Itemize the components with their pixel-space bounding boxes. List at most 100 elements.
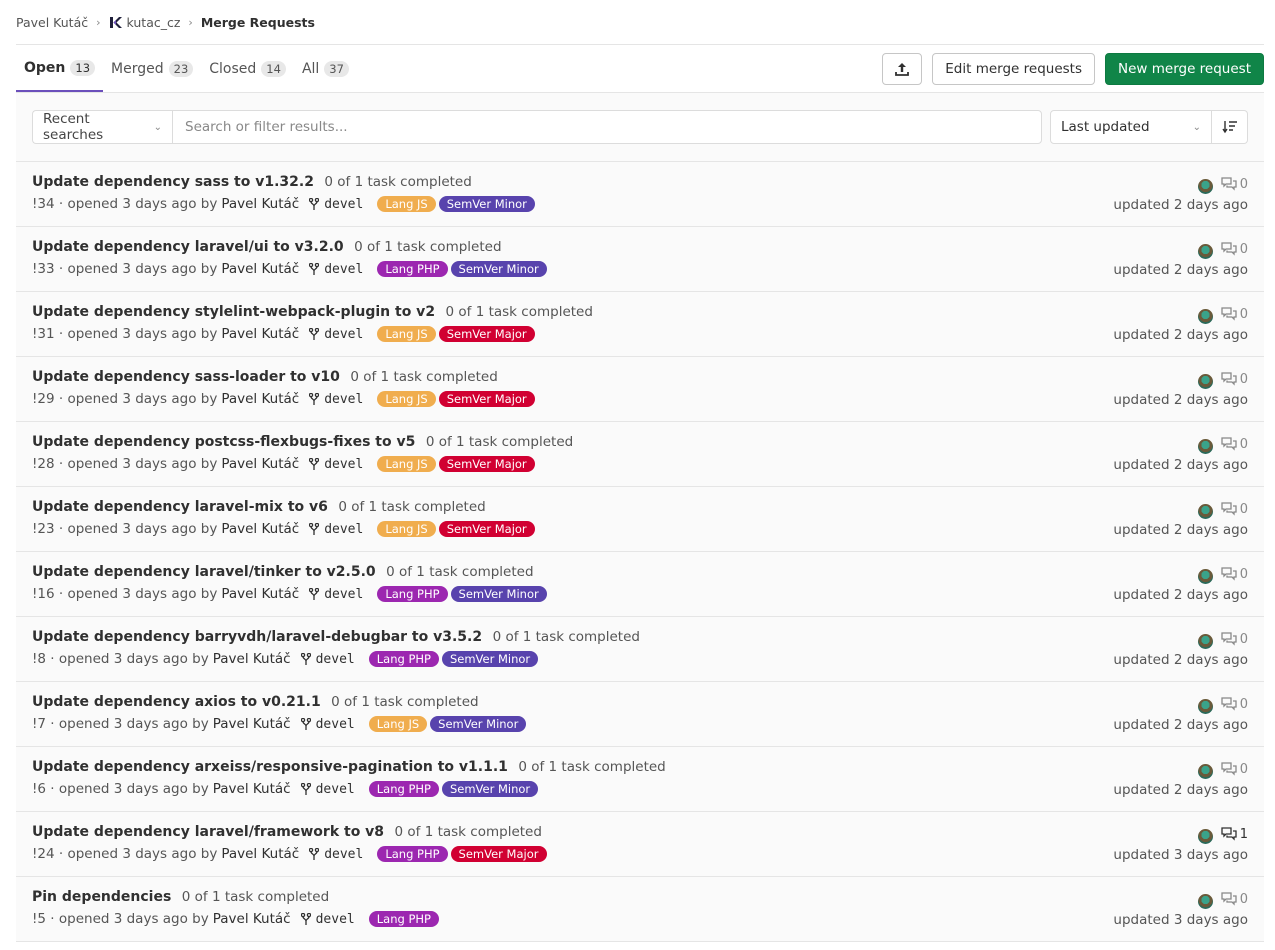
- assignee-avatar[interactable]: [1197, 633, 1213, 649]
- mr-reference: !34 · opened 3 days ago by: [32, 196, 218, 212]
- target-branch[interactable]: devel: [309, 457, 363, 472]
- label-badge[interactable]: Lang JS: [377, 521, 436, 537]
- label-badge[interactable]: Lang JS: [377, 326, 436, 342]
- assignee-avatar[interactable]: [1197, 698, 1213, 714]
- label-badge[interactable]: SemVer Minor: [450, 261, 547, 277]
- mr-main: Update dependency sass to v1.32.2 0 of 1…: [32, 162, 535, 226]
- target-branch[interactable]: devel: [309, 262, 363, 277]
- target-branch[interactable]: devel: [300, 912, 355, 927]
- mr-title-link[interactable]: Update dependency laravel/tinker to v2.5…: [32, 564, 376, 580]
- mr-side: 0 updated 2 days ago: [1113, 357, 1248, 421]
- label-badge[interactable]: SemVer Minor: [441, 651, 539, 667]
- mr-title-link[interactable]: Update dependency postcss-flexbugs-fixes…: [32, 434, 415, 450]
- mr-author-link[interactable]: Pavel Kutáč: [221, 456, 299, 472]
- mr-title-link[interactable]: Update dependency barryvdh/laravel-debug…: [32, 629, 482, 645]
- tab-merged[interactable]: Merged 23: [103, 45, 201, 92]
- mr-author-link[interactable]: Pavel Kutáč: [221, 521, 299, 537]
- new-merge-request-button[interactable]: New merge request: [1105, 52, 1264, 85]
- mr-title-link[interactable]: Update dependency laravel/ui to v3.2.0: [32, 239, 344, 255]
- mr-title-link[interactable]: Update dependency sass-loader to v10: [32, 369, 340, 385]
- label-badge[interactable]: Lang PHP: [368, 911, 439, 927]
- assignee-avatar[interactable]: [1197, 893, 1213, 909]
- assignee-avatar[interactable]: [1197, 438, 1213, 454]
- mr-author-link[interactable]: Pavel Kutáč: [213, 781, 291, 797]
- breadcrumb-user-link[interactable]: Pavel Kutáč: [16, 15, 88, 30]
- mr-author-link[interactable]: Pavel Kutáč: [213, 911, 291, 927]
- sort-direction-button[interactable]: [1212, 110, 1248, 144]
- mr-title-link[interactable]: Update dependency laravel/framework to v…: [32, 824, 384, 840]
- label-badge[interactable]: SemVer Major: [438, 326, 535, 342]
- mr-author-link[interactable]: Pavel Kutáč: [221, 326, 299, 342]
- assignee-avatar[interactable]: [1197, 503, 1213, 519]
- comments-count[interactable]: 0: [1221, 697, 1248, 712]
- comments-count[interactable]: 0: [1221, 762, 1248, 777]
- comments-count[interactable]: 0: [1221, 567, 1248, 582]
- tab-open[interactable]: Open 13: [16, 45, 104, 92]
- mr-title-link[interactable]: Update dependency axios to v0.21.1: [32, 694, 321, 710]
- target-branch[interactable]: devel: [309, 522, 363, 537]
- label-badge[interactable]: Lang JS: [377, 456, 436, 472]
- label-badge[interactable]: Lang PHP: [368, 781, 439, 797]
- label-badge[interactable]: SemVer Minor: [450, 586, 547, 602]
- sort-dropdown[interactable]: Last updated ⌄: [1050, 110, 1212, 144]
- assignee-avatar[interactable]: [1197, 308, 1213, 324]
- label-badge[interactable]: SemVer Minor: [438, 196, 535, 212]
- comments-count[interactable]: 1: [1221, 827, 1248, 842]
- branch-icon: [300, 653, 311, 665]
- mr-author-link[interactable]: Pavel Kutáč: [221, 261, 299, 277]
- target-branch[interactable]: devel: [300, 652, 355, 667]
- label-badge[interactable]: Lang PHP: [368, 651, 439, 667]
- mr-author-link[interactable]: Pavel Kutáč: [221, 391, 299, 407]
- assignee-avatar[interactable]: [1197, 243, 1213, 259]
- assignee-avatar[interactable]: [1197, 178, 1213, 194]
- mr-author-link[interactable]: Pavel Kutáč: [213, 716, 291, 732]
- mr-title-link[interactable]: Update dependency arxeiss/responsive-pag…: [32, 759, 508, 775]
- assignee-avatar[interactable]: [1197, 568, 1213, 584]
- label-badge[interactable]: SemVer Major: [438, 521, 535, 537]
- mr-title-link[interactable]: Update dependency laravel-mix to v6: [32, 499, 328, 515]
- assignee-avatar[interactable]: [1197, 828, 1213, 844]
- label-badge[interactable]: SemVer Major: [450, 846, 547, 862]
- label-badge[interactable]: Lang JS: [377, 196, 436, 212]
- target-branch[interactable]: devel: [300, 782, 355, 797]
- mr-author-link[interactable]: Pavel Kutáč: [221, 846, 299, 862]
- tab-closed[interactable]: Closed 14: [201, 45, 294, 92]
- edit-merge-requests-button[interactable]: Edit merge requests: [932, 52, 1095, 85]
- assignee-avatar[interactable]: [1197, 763, 1213, 779]
- target-branch[interactable]: devel: [309, 327, 363, 342]
- comments-count[interactable]: 0: [1221, 372, 1248, 387]
- label-badge[interactable]: Lang PHP: [377, 586, 448, 602]
- assignee-avatar[interactable]: [1197, 373, 1213, 389]
- mr-author-link[interactable]: Pavel Kutáč: [221, 586, 299, 602]
- target-branch[interactable]: devel: [300, 717, 355, 732]
- comments-count[interactable]: 0: [1221, 242, 1248, 257]
- target-branch[interactable]: devel: [309, 197, 363, 212]
- recent-searches-dropdown[interactable]: Recent searches ⌄: [32, 110, 172, 144]
- comments-count[interactable]: 0: [1221, 177, 1248, 192]
- target-branch[interactable]: devel: [309, 392, 363, 407]
- target-branch[interactable]: devel: [309, 847, 363, 862]
- label-badge[interactable]: SemVer Minor: [441, 781, 539, 797]
- export-button[interactable]: [882, 52, 923, 85]
- search-input[interactable]: [172, 110, 1042, 144]
- mr-title-link[interactable]: Update dependency stylelint-webpack-plug…: [32, 304, 435, 320]
- mr-title-link[interactable]: Update dependency sass to v1.32.2: [32, 174, 314, 190]
- comments-count[interactable]: 0: [1221, 502, 1248, 517]
- comments-count[interactable]: 0: [1221, 892, 1248, 907]
- label-badge[interactable]: SemVer Minor: [430, 716, 527, 732]
- comments-count[interactable]: 0: [1221, 437, 1248, 452]
- label-badge[interactable]: Lang JS: [368, 716, 428, 732]
- tab-all[interactable]: All 37: [294, 45, 357, 92]
- mr-author-link[interactable]: Pavel Kutáč: [221, 196, 299, 212]
- target-branch[interactable]: devel: [309, 587, 363, 602]
- label-badge[interactable]: Lang PHP: [377, 846, 448, 862]
- mr-author-link[interactable]: Pavel Kutáč: [213, 651, 291, 667]
- breadcrumb-project-link[interactable]: kutac_cz: [127, 15, 181, 30]
- comments-count[interactable]: 0: [1221, 307, 1248, 322]
- label-badge[interactable]: Lang PHP: [377, 261, 448, 277]
- label-badge[interactable]: SemVer Major: [438, 456, 535, 472]
- comments-count[interactable]: 0: [1221, 632, 1248, 647]
- label-badge[interactable]: SemVer Major: [438, 391, 535, 407]
- mr-title-link[interactable]: Pin dependencies: [32, 889, 171, 905]
- label-badge[interactable]: Lang JS: [377, 391, 436, 407]
